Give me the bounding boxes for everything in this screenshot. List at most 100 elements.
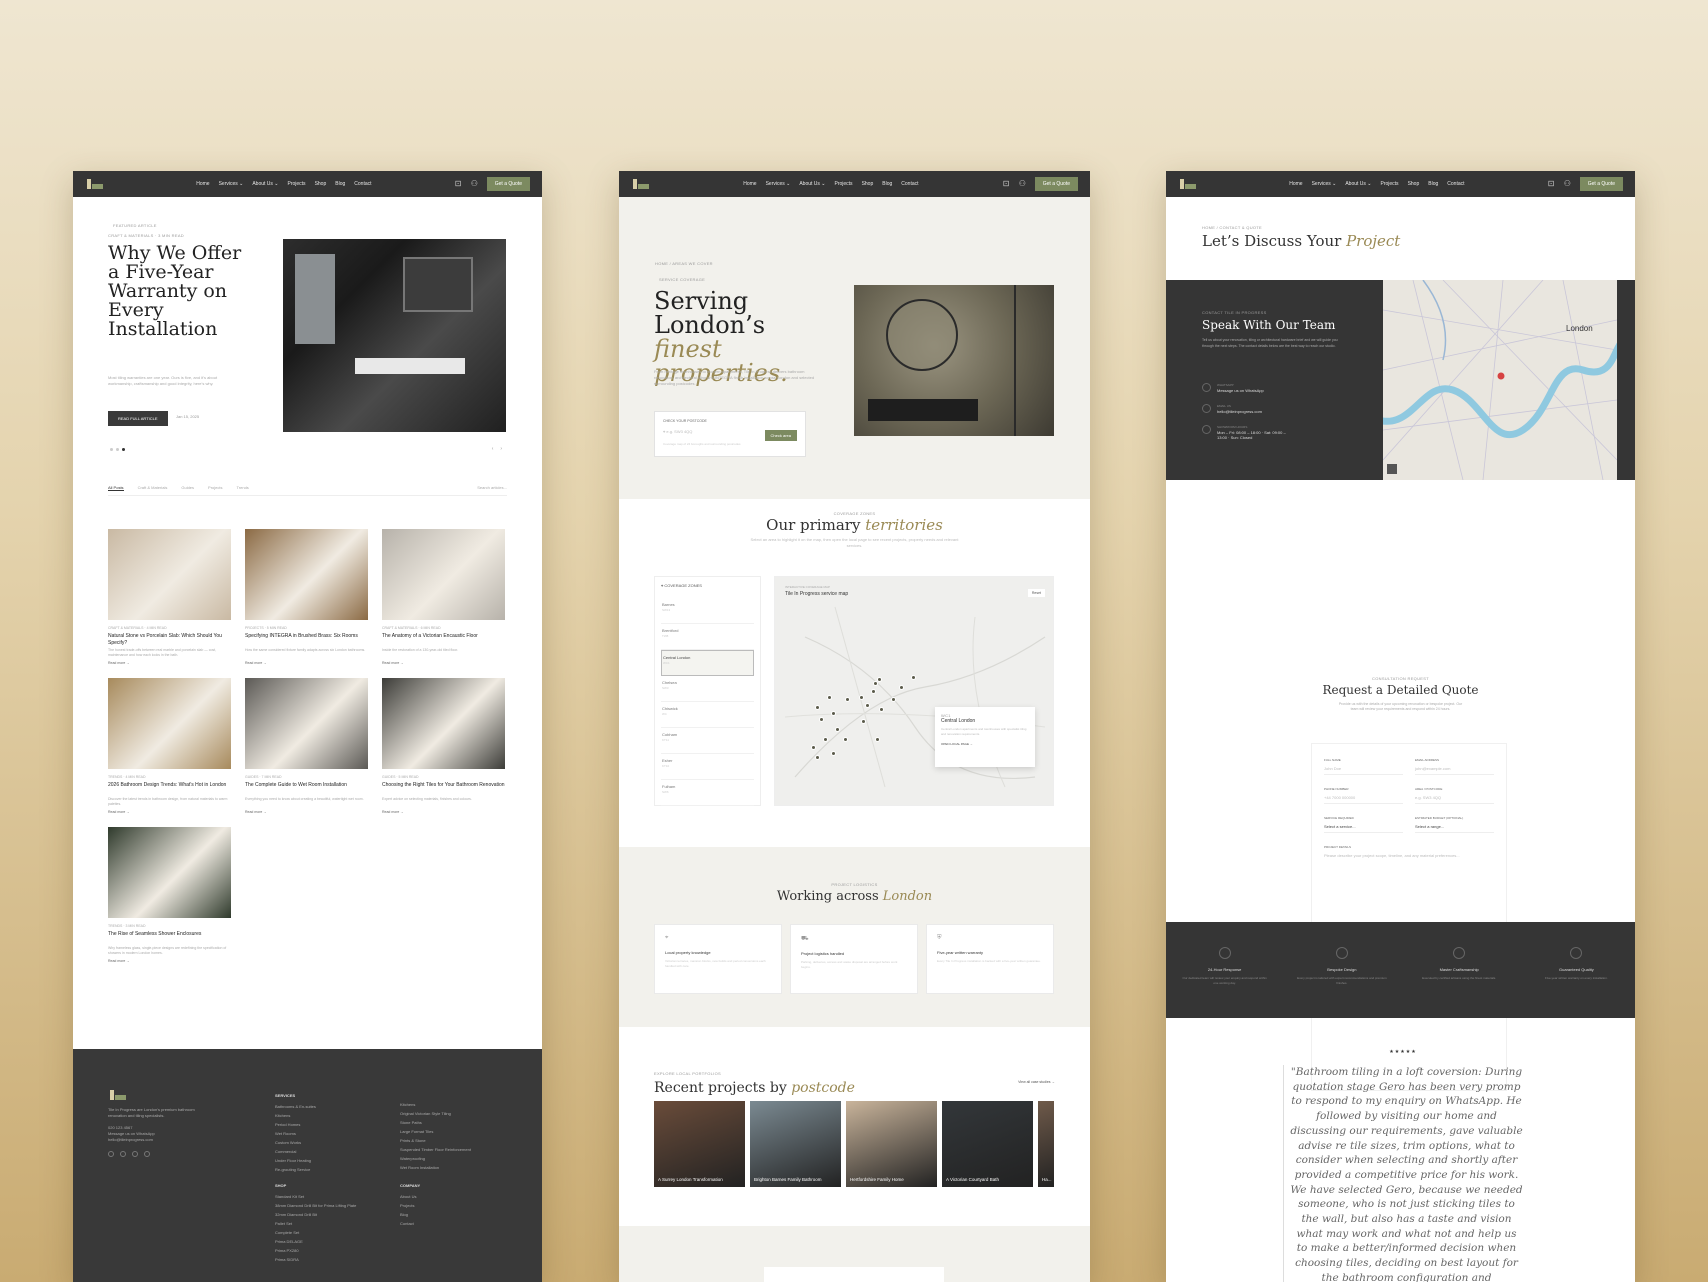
footer-link[interactable]: Standard Kit Set [275, 1192, 356, 1201]
nav-link-home[interactable]: Home [196, 181, 209, 187]
view-all-case-studies-link[interactable]: View all case studies → [1018, 1080, 1055, 1084]
post-thumbnail[interactable] [108, 529, 231, 620]
nav-link-projects[interactable]: Projects [288, 181, 306, 187]
project-card[interactable]: A Surrey London Transformation [654, 1101, 745, 1187]
nav-link-blog[interactable]: Blog [1428, 181, 1438, 187]
nav-link-shop[interactable]: Shop [1408, 181, 1420, 187]
footer-link[interactable]: Projects [400, 1201, 420, 1210]
zone-item[interactable]: Chelsea SW3 [661, 676, 754, 702]
map-pin-icon[interactable] [835, 727, 840, 732]
footer-link[interactable]: Blog [400, 1210, 420, 1219]
post-title[interactable]: Specifying INTEGRA in Brushed Brass: Six… [245, 633, 368, 646]
footer-link[interactable]: Original Victorian Style Tiling [400, 1109, 471, 1118]
zone-item[interactable]: Cobham KT11 [661, 728, 754, 754]
footer-logo[interactable] [108, 1089, 128, 1101]
nav-link-shop[interactable]: Shop [315, 181, 327, 187]
map-pin-icon[interactable] [877, 677, 882, 682]
footer-company-list[interactable]: About Us Projects Blog Contact [400, 1192, 420, 1228]
map-pin-icon[interactable] [811, 745, 816, 750]
nav-link-services[interactable]: Services ⌄ [766, 181, 791, 187]
footer-link[interactable]: Prima SIDRA [275, 1255, 356, 1264]
footer-link[interactable]: Re-grouting Service [275, 1165, 316, 1174]
footer-link[interactable]: Suspended Timber Floor Reinforcement [400, 1145, 471, 1154]
post-thumbnail[interactable] [245, 678, 368, 769]
linkedin-icon[interactable] [144, 1151, 150, 1157]
slider-arrows[interactable]: ‹ › [492, 446, 502, 452]
account-icon[interactable]: ⚇ [471, 180, 479, 188]
map-pin-icon[interactable] [899, 685, 904, 690]
read-more-link[interactable]: Read more → [245, 810, 368, 814]
post-thumbnail[interactable] [245, 529, 368, 620]
nav-link-about[interactable]: About Us ⌄ [1345, 181, 1371, 187]
map-pin-icon[interactable] [815, 755, 820, 760]
project-card[interactable]: Brighton Barnes Family Bathroom [750, 1101, 841, 1187]
footer-link[interactable]: Under Floor Heating [275, 1156, 316, 1165]
nav-link-services[interactable]: Services ⌄ [219, 181, 244, 187]
blog-post-card[interactable]: Craft & Materials · 6 min read The Anatom… [382, 529, 505, 665]
footer-services-list[interactable]: Bathrooms & En-suites Kitchens Period Home… [275, 1102, 316, 1174]
footer-link[interactable]: Pallet Set [275, 1219, 356, 1228]
post-thumbnail[interactable] [382, 678, 505, 769]
text-input[interactable]: +44 7000 000000 [1324, 795, 1403, 804]
youtube-icon[interactable] [132, 1151, 138, 1157]
map-pin-icon[interactable] [873, 681, 878, 686]
footer-link[interactable]: Contact [400, 1219, 420, 1228]
contact-whatsapp[interactable]: WhatsApp Message us on WhatsApp [1202, 383, 1264, 393]
post-title[interactable]: 2026 Bathroom Design Trends: What’s Hot … [108, 782, 231, 795]
footer-email[interactable]: hello@tileinprogress.com [108, 1137, 208, 1143]
footer-link[interactable]: About Us [400, 1192, 420, 1201]
read-more-link[interactable]: Read more → [108, 959, 231, 963]
map-pin-icon[interactable] [815, 705, 820, 710]
filter-all-posts[interactable]: All Posts [108, 485, 124, 491]
post-title[interactable]: The Rise of Seamless Shower Enclosures [108, 931, 231, 944]
facebook-icon[interactable] [120, 1151, 126, 1157]
nav-link-contact[interactable]: Contact [354, 181, 371, 187]
zone-item[interactable]: Central London WC1 [661, 650, 754, 676]
coverage-map[interactable]: Interactive Coverage Map Tile In Progres… [774, 576, 1054, 806]
open-local-page-link[interactable]: Open local page → [941, 742, 1029, 746]
footer-link[interactable]: Prints & Stone [400, 1136, 471, 1145]
footer-link[interactable]: Large Format Tiles [400, 1127, 471, 1136]
filter-trends[interactable]: Trends [237, 485, 249, 491]
map-pin-icon[interactable] [865, 703, 870, 708]
map-pin-icon[interactable] [861, 719, 866, 724]
map-pin-icon[interactable] [879, 707, 884, 712]
footer-link[interactable]: Stone Paths [400, 1118, 471, 1127]
select-dropdown[interactable]: Select a range... [1415, 824, 1494, 833]
site-logo[interactable] [85, 178, 105, 190]
project-details-textarea[interactable]: Please describe your project scope, time… [1324, 849, 1494, 927]
footer-link[interactable]: Complete Set [275, 1228, 356, 1237]
read-full-article-button[interactable]: Read Full Article [108, 411, 168, 426]
footer-link[interactable]: Prima PX280 [275, 1246, 356, 1255]
footer-link[interactable]: Prima DELAGE [275, 1237, 356, 1246]
footer-link[interactable]: Wet Room Installation [400, 1163, 471, 1172]
get-quote-button[interactable]: Get a Quote [486, 177, 530, 191]
slider-dots[interactable] [110, 448, 125, 451]
post-thumbnail[interactable] [108, 678, 231, 769]
blog-post-card[interactable]: Guides · 7 min read The Complete Guide to… [245, 678, 368, 814]
account-icon[interactable]: ⚇ [1564, 180, 1572, 188]
footer-link[interactable]: 32mm Diamond Drill Bit [275, 1210, 356, 1219]
nav-link-contact[interactable]: Contact [1447, 181, 1464, 187]
map-pin-icon[interactable] [831, 751, 836, 756]
site-logo[interactable] [1178, 178, 1198, 190]
nav-link-contact[interactable]: Contact [901, 181, 918, 187]
filter-projects[interactable]: Projects [208, 485, 222, 491]
post-thumbnail[interactable] [382, 529, 505, 620]
text-input[interactable]: John Doe [1324, 766, 1403, 775]
read-more-link[interactable]: Read more → [108, 661, 231, 665]
footer-link[interactable]: Period Homes [275, 1120, 316, 1129]
zone-item[interactable]: Brentford TW8 [661, 624, 754, 650]
project-card[interactable]: Hertfordshire Family Home [846, 1101, 937, 1187]
select-dropdown[interactable]: Select a service... [1324, 824, 1403, 833]
map-pin-icon[interactable] [831, 711, 836, 716]
footer-link[interactable]: Waterproofing [400, 1154, 471, 1163]
map-pin-icon[interactable] [843, 737, 848, 742]
site-logo[interactable] [631, 178, 651, 190]
zone-item[interactable]: Barnes SW13 [661, 598, 754, 624]
cart-icon[interactable]: ⊡ [1003, 180, 1011, 188]
blog-post-card[interactable]: Craft & Materials · 4 min read Natural St… [108, 529, 231, 665]
nav-link-about[interactable]: About Us ⌄ [799, 181, 825, 187]
map-pin-icon[interactable] [859, 695, 864, 700]
breadcrumb[interactable]: Home / Contact & Quote [1202, 225, 1262, 230]
